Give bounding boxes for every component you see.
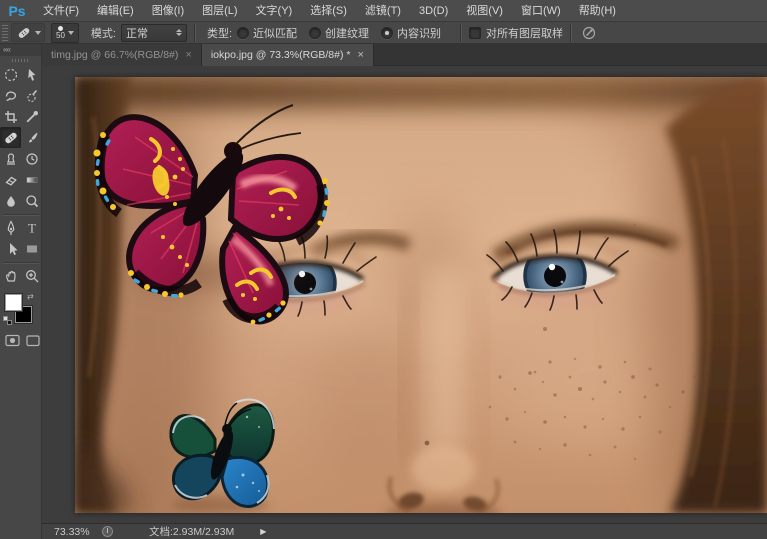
- document-tab-strip: timg.jpg @ 66.7%(RGB/8#) × iokpo.jpg @ 7…: [42, 44, 767, 66]
- svg-text:T: T: [28, 220, 36, 235]
- color-swatches: ⇄: [3, 292, 39, 330]
- document-size-info: 文档:2.93M/2.93M: [149, 524, 234, 539]
- radio-label: 近似匹配: [253, 25, 297, 41]
- toolbar-bottom-icons: [5, 334, 41, 347]
- radio-proximity-match[interactable]: 近似匹配: [237, 25, 297, 41]
- mode-value: 正常: [126, 25, 148, 41]
- gradient-tool[interactable]: [21, 169, 42, 190]
- brush-tip-preview: 50: [56, 26, 65, 40]
- radio-label: 创建纹理: [325, 25, 369, 41]
- spot-healing-brush-tool[interactable]: [0, 127, 21, 148]
- history-brush-tool[interactable]: [21, 148, 42, 169]
- foreground-color-swatch[interactable]: [5, 294, 22, 311]
- checkbox-label: 对所有图层取样: [486, 25, 563, 41]
- photoshop-window: Ps 文件(F) 编辑(E) 图像(I) 图层(L) 文字(Y) 选择(S) 滤…: [0, 0, 767, 539]
- quick-mask-icon[interactable]: [5, 334, 20, 347]
- crop-tool[interactable]: [0, 106, 21, 127]
- radio-create-texture[interactable]: 创建纹理: [309, 25, 369, 41]
- lasso-tool[interactable]: [0, 85, 21, 106]
- menu-image[interactable]: 图像(I): [143, 0, 193, 22]
- quick-selection-tool[interactable]: [21, 85, 42, 106]
- move-tool[interactable]: [21, 64, 42, 85]
- tool-divider: [0, 259, 42, 265]
- options-grip[interactable]: [2, 25, 8, 41]
- tab-label: timg.jpg @ 66.7%(RGB/8#): [51, 49, 178, 61]
- radio-icon: [237, 27, 249, 39]
- type-radio-group: 近似匹配 创建纹理 内容识别: [237, 25, 453, 41]
- status-info-icon[interactable]: [102, 526, 113, 537]
- menu-3d[interactable]: 3D(D): [410, 0, 457, 22]
- tool-preset-picker[interactable]: [11, 23, 45, 42]
- separator: [570, 24, 572, 42]
- default-colors-icon[interactable]: [3, 316, 12, 325]
- close-icon[interactable]: ×: [185, 50, 191, 60]
- tools-panel: ««: [0, 44, 42, 539]
- photo-canvas[interactable]: [75, 77, 767, 513]
- radio-label: 内容识别: [397, 25, 441, 41]
- menu-bar: Ps 文件(F) 编辑(E) 图像(I) 图层(L) 文字(Y) 选择(S) 滤…: [0, 0, 767, 22]
- menu-filter[interactable]: 滤镜(T): [356, 0, 410, 22]
- sample-all-layers-option[interactable]: 对所有图层取样: [469, 25, 563, 41]
- mode-dropdown[interactable]: 正常: [121, 24, 187, 42]
- dodge-tool[interactable]: [21, 190, 42, 211]
- chevron-down-icon: [35, 31, 41, 35]
- menu-window[interactable]: 窗口(W): [512, 0, 570, 22]
- updown-arrows-icon: [176, 29, 182, 36]
- rectangle-tool[interactable]: [21, 238, 42, 259]
- elliptical-marquee-tool[interactable]: [0, 64, 21, 85]
- close-icon[interactable]: ×: [357, 50, 363, 60]
- brush-dot-icon: [58, 26, 63, 31]
- tablet-pressure-icon[interactable]: [581, 25, 597, 41]
- menu-layer[interactable]: 图层(L): [193, 0, 246, 22]
- pen-tool[interactable]: [0, 217, 21, 238]
- blur-tool[interactable]: [0, 190, 21, 211]
- zoom-level-field[interactable]: 73.33%: [42, 526, 94, 538]
- tab-label: iokpo.jpg @ 73.3%(RGB/8#) *: [211, 49, 351, 61]
- menu-view[interactable]: 视图(V): [457, 0, 512, 22]
- status-bar: 73.33% 文档:2.93M/2.93M ▶: [42, 523, 767, 539]
- eraser-tool[interactable]: [0, 169, 21, 190]
- radio-content-aware[interactable]: 内容识别: [381, 25, 441, 41]
- clone-stamp-tool[interactable]: [0, 148, 21, 169]
- zoom-tool[interactable]: [21, 265, 42, 286]
- eyedropper-tool[interactable]: [21, 106, 42, 127]
- chevron-down-icon: [68, 31, 74, 35]
- screen-mode-icon[interactable]: [26, 335, 41, 347]
- tool-divider: [0, 211, 42, 217]
- tool-grid: T: [0, 64, 41, 286]
- menu-select[interactable]: 选择(S): [301, 0, 356, 22]
- menu-type[interactable]: 文字(Y): [247, 0, 302, 22]
- menu-help[interactable]: 帮助(H): [570, 0, 625, 22]
- swap-colors-icon[interactable]: ⇄: [27, 292, 34, 301]
- canvas-pasteboard[interactable]: [42, 66, 767, 523]
- tab-timg[interactable]: timg.jpg @ 66.7%(RGB/8#) ×: [42, 44, 202, 66]
- options-bar: 50 模式: 正常 类型: 近似匹配 创建纹理 内容识别: [0, 22, 767, 44]
- type-label: 类型:: [207, 25, 232, 41]
- brush-preset-picker[interactable]: 50: [51, 23, 79, 43]
- path-selection-tool[interactable]: [0, 238, 21, 259]
- separator: [194, 24, 196, 42]
- menu-edit[interactable]: 编辑(E): [88, 0, 143, 22]
- separator: [460, 24, 462, 42]
- radio-icon-selected: [381, 27, 393, 39]
- brush-size-value: 50: [56, 32, 65, 40]
- document-area: timg.jpg @ 66.7%(RGB/8#) × iokpo.jpg @ 7…: [42, 44, 767, 539]
- ps-logo: Ps: [0, 3, 34, 19]
- status-menu-arrow[interactable]: ▶: [260, 527, 266, 536]
- panel-grip[interactable]: [12, 59, 30, 62]
- hand-tool[interactable]: [0, 265, 21, 286]
- radio-icon: [309, 27, 321, 39]
- brush-tool[interactable]: [21, 127, 42, 148]
- type-tool[interactable]: T: [21, 217, 42, 238]
- spot-healing-brush-icon: [15, 26, 33, 40]
- mode-label: 模式:: [91, 25, 116, 41]
- collapse-panel-button[interactable]: ««: [0, 44, 41, 56]
- menu-file[interactable]: 文件(F): [34, 0, 88, 22]
- tab-iokpo[interactable]: iokpo.jpg @ 73.3%(RGB/8#) * ×: [202, 44, 374, 66]
- checkbox-icon: [469, 27, 481, 39]
